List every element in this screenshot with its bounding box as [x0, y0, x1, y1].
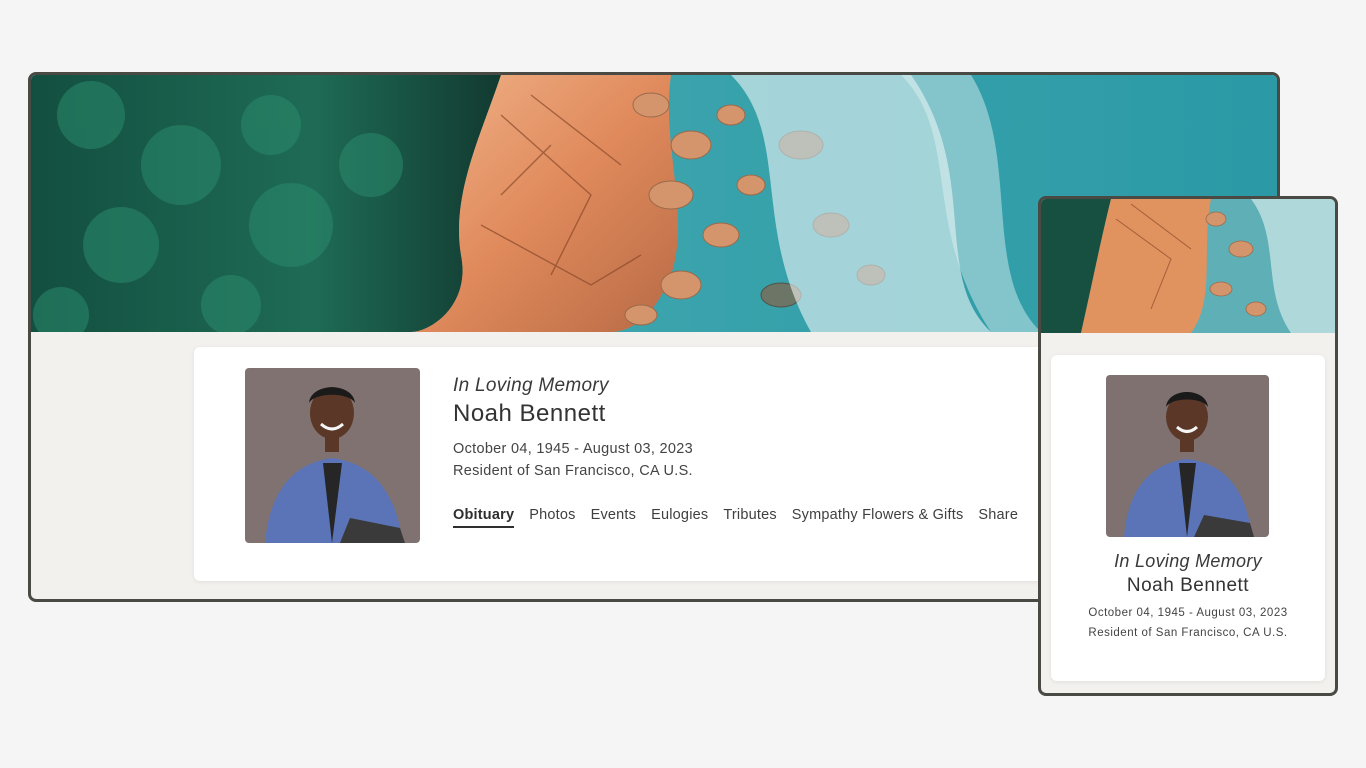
nav-events[interactable]: Events [591, 507, 637, 528]
nav-photos[interactable]: Photos [529, 507, 575, 528]
nav-share[interactable]: Share [978, 507, 1018, 528]
mobile-cover-banner-image [1041, 199, 1335, 333]
memory-heading: In Loving Memory [453, 375, 609, 396]
mobile-profile-card: In Loving Memory Noah Bennett October 04… [1051, 355, 1325, 681]
portrait-photo [245, 368, 420, 543]
mobile-portrait-photo [1106, 375, 1269, 537]
mobile-preview-frame: In Loving Memory Noah Bennett October 04… [1038, 196, 1338, 696]
nav-tributes[interactable]: Tributes [723, 507, 776, 528]
profile-card: In Loving Memory Noah Bennett October 04… [194, 347, 1094, 581]
deceased-name: Noah Bennett [453, 400, 606, 427]
nav-eulogies[interactable]: Eulogies [651, 507, 708, 528]
mobile-deceased-name: Noah Bennett [1126, 575, 1250, 596]
nav-obituary[interactable]: Obituary [453, 507, 515, 528]
life-dates: October 04, 1945 - August 03, 2023 [453, 441, 693, 457]
memorial-nav: Obituary Photos Events Eulogies Tributes… [453, 507, 1033, 528]
mobile-residence-text: Resident of San Francisco, CA U.S. [1088, 627, 1288, 639]
mobile-memory-heading: In Loving Memory [1114, 551, 1262, 571]
residence-text: Resident of San Francisco, CA U.S. [453, 463, 693, 479]
mobile-life-dates: October 04, 1945 - August 03, 2023 [1088, 607, 1288, 619]
nav-sympathy-flowers-gifts[interactable]: Sympathy Flowers & Gifts [792, 507, 964, 528]
